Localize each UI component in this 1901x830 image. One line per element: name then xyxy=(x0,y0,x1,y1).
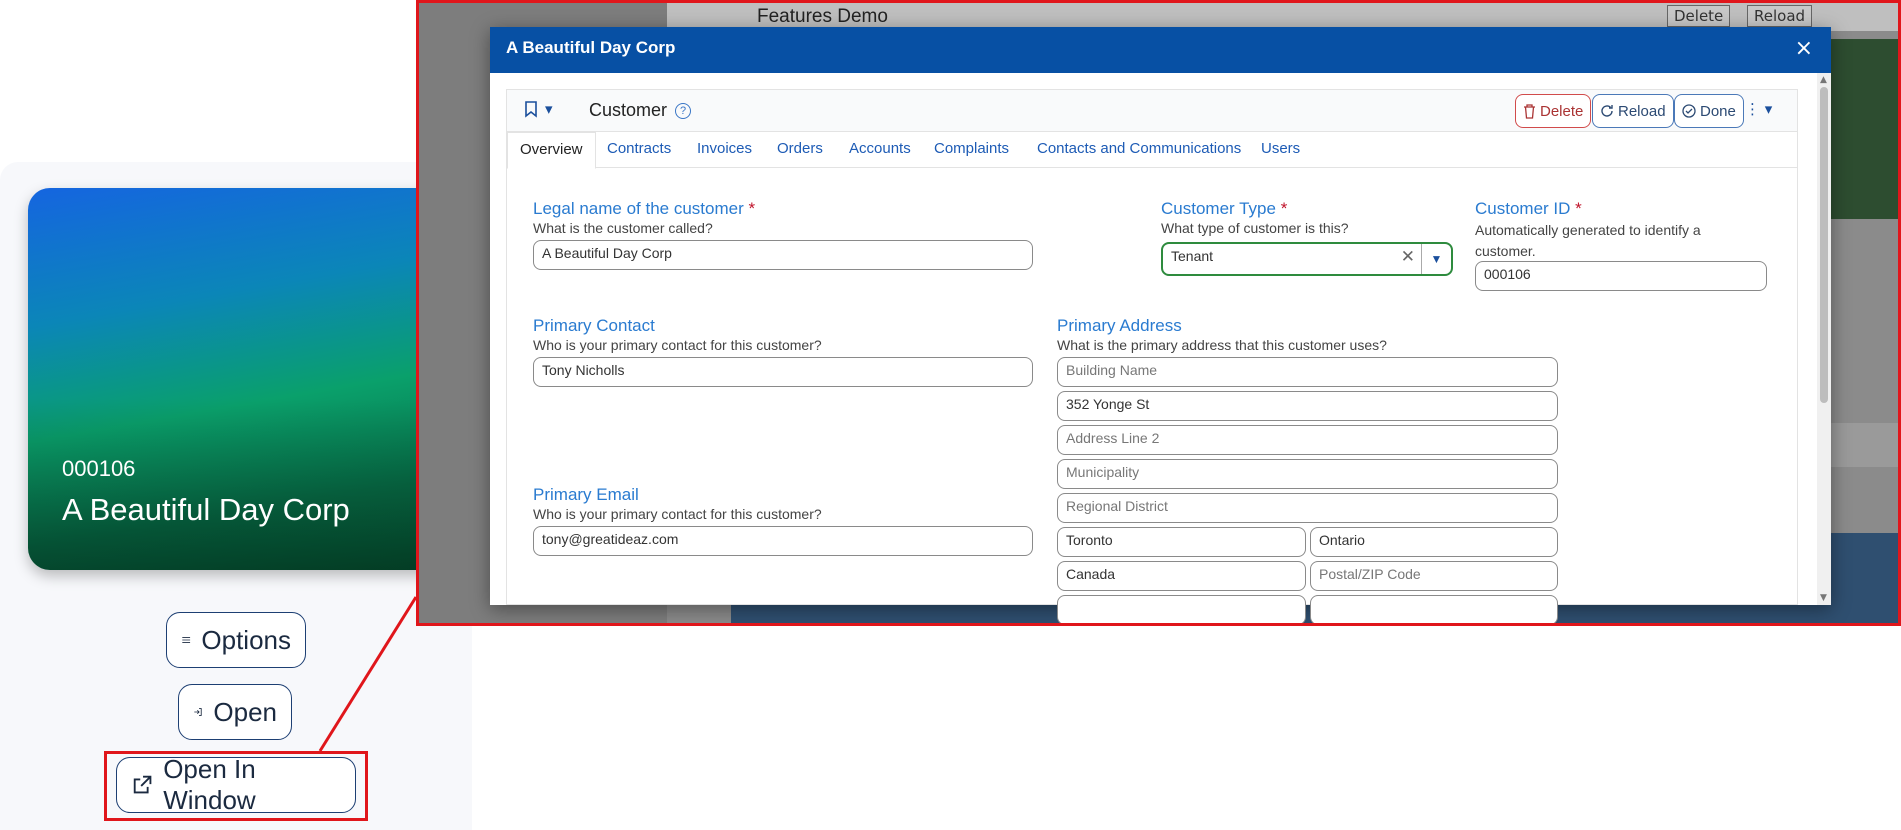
delete-button[interactable]: Delete xyxy=(1515,94,1592,128)
primary-contact-input[interactable]: Tony Nicholls xyxy=(533,357,1033,387)
primary-email-label: Primary Email xyxy=(533,485,639,504)
customer-type-hint: What type of customer is this? xyxy=(1161,220,1349,236)
zoomed-screenshot: Features Demo Delete Reload A Beautiful … xyxy=(416,0,1901,626)
primary-email-hint: Who is your primary contact for this cus… xyxy=(533,506,822,522)
municipality-input[interactable]: Municipality xyxy=(1057,459,1558,489)
tab-users[interactable]: Users xyxy=(1261,140,1300,157)
scroll-down-icon[interactable]: ▼ xyxy=(1820,593,1827,603)
close-icon[interactable]: × xyxy=(1795,36,1813,61)
modal-header: A Beautiful Day Corp × xyxy=(490,27,1831,73)
record-id: 000106 xyxy=(62,456,136,481)
address-extra-input-left[interactable] xyxy=(1057,595,1306,623)
highlight-box-open-in-window xyxy=(104,751,368,821)
address-extra-input-right[interactable] xyxy=(1310,595,1558,623)
background-card xyxy=(1821,39,1898,219)
tab-orders[interactable]: Orders xyxy=(777,140,823,157)
customer-id-hint: Automatically generated to identify a cu… xyxy=(1475,222,1701,259)
tab-bar: Overview Contracts Invoices Orders Accou… xyxy=(507,132,1797,169)
enter-icon xyxy=(194,708,202,716)
reload-label: Reload xyxy=(1618,102,1666,120)
primary-contact-hint: Who is your primary contact for this cus… xyxy=(533,337,822,353)
customer-type-label: Customer Type * xyxy=(1161,199,1288,218)
open-button[interactable]: Open xyxy=(178,684,292,740)
city-input[interactable]: Toronto xyxy=(1057,527,1306,557)
chevron-down-icon: ▾ xyxy=(545,100,553,118)
reload-button[interactable]: Reload xyxy=(1592,94,1674,128)
open-label: Open xyxy=(213,696,277,727)
customer-id-label: Customer ID * xyxy=(1475,199,1582,218)
address-line-2-input[interactable]: Address Line 2 xyxy=(1057,425,1558,455)
primary-email-input[interactable]: tony@greatideaz.com xyxy=(533,526,1033,556)
customer-form-panel: ▾ Customer ? Delete Reload Done ⋮ ▾ Over… xyxy=(506,89,1798,623)
tab-accounts[interactable]: Accounts xyxy=(849,140,911,157)
clear-icon[interactable]: ✕ xyxy=(1401,247,1415,267)
country-input[interactable]: Canada xyxy=(1057,561,1306,591)
customer-id-input[interactable]: 000106 xyxy=(1475,261,1767,291)
tab-invoices[interactable]: Invoices xyxy=(697,140,752,157)
background-title: Features Demo xyxy=(757,6,888,27)
scroll-up-icon[interactable]: ▲ xyxy=(1820,75,1827,85)
background-reload-button[interactable]: Reload xyxy=(1747,5,1813,27)
primary-address-label: Primary Address xyxy=(1057,316,1182,335)
background-delete-button[interactable]: Delete xyxy=(1667,5,1731,27)
customer-type-value: Tenant xyxy=(1171,248,1214,264)
customer-modal: A Beautiful Day Corp × ▾ Customer ? Dele… xyxy=(490,27,1831,623)
record-name: A Beautiful Day Corp xyxy=(62,492,350,527)
primary-address-hint: What is the primary address that this cu… xyxy=(1057,337,1387,353)
tab-contracts[interactable]: Contracts xyxy=(607,140,671,157)
primary-contact-label: Primary Contact xyxy=(533,316,655,335)
tab-overview[interactable]: Overview xyxy=(507,132,596,169)
legal-name-label: Legal name of the customer * xyxy=(533,199,756,218)
customer-type-select[interactable]: Tenant ✕ ▼ xyxy=(1161,242,1453,276)
scrollbar-thumb[interactable] xyxy=(1820,87,1828,403)
entity-title-text: Customer xyxy=(589,100,668,120)
tab-complaints[interactable]: Complaints xyxy=(934,140,1009,157)
legal-name-input[interactable]: A Beautiful Day Corp xyxy=(533,240,1033,270)
menu-icon xyxy=(182,636,191,644)
chevron-down-icon[interactable]: ▼ xyxy=(1421,244,1451,274)
postal-code-input[interactable]: Postal/ZIP Code xyxy=(1310,561,1558,591)
help-icon[interactable]: ? xyxy=(675,102,692,119)
modal-scrollbar[interactable]: ▲ ▼ xyxy=(1817,73,1831,605)
address-line-1-input[interactable]: 352 Yonge St xyxy=(1057,391,1558,421)
entity-title: Customer ? xyxy=(589,100,692,121)
regional-district-input[interactable]: Regional District xyxy=(1057,493,1558,523)
reload-icon xyxy=(1601,105,1613,117)
done-button[interactable]: Done xyxy=(1674,94,1744,128)
bookmark-menu[interactable]: ▾ xyxy=(523,100,553,118)
province-input[interactable]: Ontario xyxy=(1310,527,1558,557)
legal-name-hint: What is the customer called? xyxy=(533,220,713,236)
done-label: Done xyxy=(1700,102,1736,120)
options-button[interactable]: Options xyxy=(166,612,306,668)
building-name-input[interactable]: Building Name xyxy=(1057,357,1558,387)
trash-icon xyxy=(1524,103,1535,119)
check-circle-icon xyxy=(1682,104,1696,118)
options-label: Options xyxy=(201,624,291,655)
bookmark-icon xyxy=(525,101,537,118)
delete-label: Delete xyxy=(1540,102,1584,120)
form-toolbar: ▾ Customer ? Delete Reload Done ⋮ ▾ xyxy=(507,90,1797,132)
tab-contacts-and-communications[interactable]: Contacts and Communications xyxy=(1037,140,1241,157)
modal-title: A Beautiful Day Corp xyxy=(506,38,676,57)
more-menu[interactable]: ⋮ ▾ xyxy=(1745,100,1772,118)
